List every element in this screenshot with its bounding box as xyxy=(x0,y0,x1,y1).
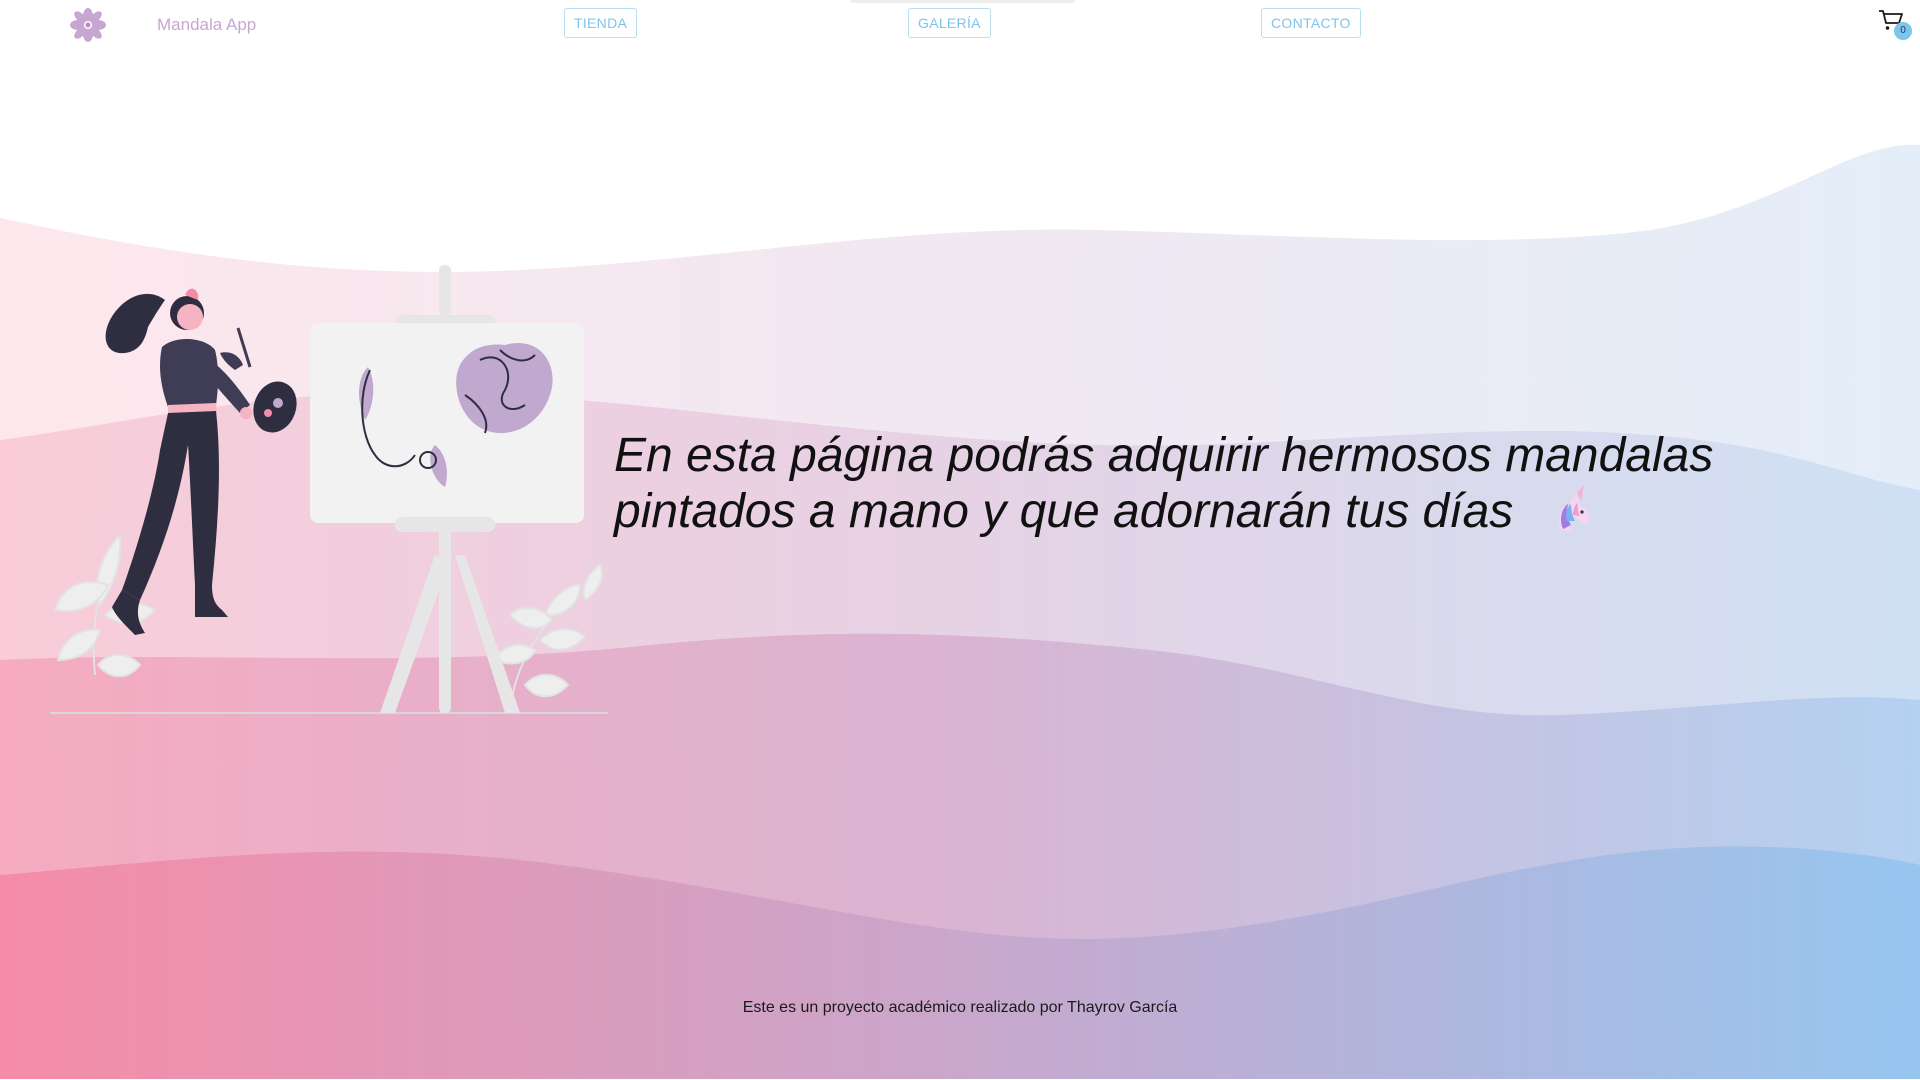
nav-contacto-button[interactable]: CONTACTO xyxy=(1261,8,1361,38)
nav-galeria-button[interactable]: GALERÍA xyxy=(908,8,991,38)
woman-painting-illustration xyxy=(50,265,608,714)
footer-credit: Este es un proyecto académico realizado … xyxy=(742,999,1178,1016)
cart-count-badge: 0 xyxy=(1894,22,1912,40)
mandala-logo-icon[interactable] xyxy=(67,7,109,43)
brand-name-link[interactable]: Mandala App xyxy=(157,15,256,35)
hero-heading: En esta página podrás adquirir hermosos … xyxy=(614,428,1814,540)
unicorn-icon xyxy=(1558,485,1589,531)
navbar: Mandala App TIENDA GALERÍA CONTACTO 0 xyxy=(0,0,1920,50)
top-divider xyxy=(850,0,1075,3)
cart-button[interactable]: 0 xyxy=(1878,8,1912,42)
page: Mandala App TIENDA GALERÍA CONTACTO 0 En… xyxy=(0,0,1920,1080)
nav-tienda-button[interactable]: TIENDA xyxy=(564,8,638,38)
